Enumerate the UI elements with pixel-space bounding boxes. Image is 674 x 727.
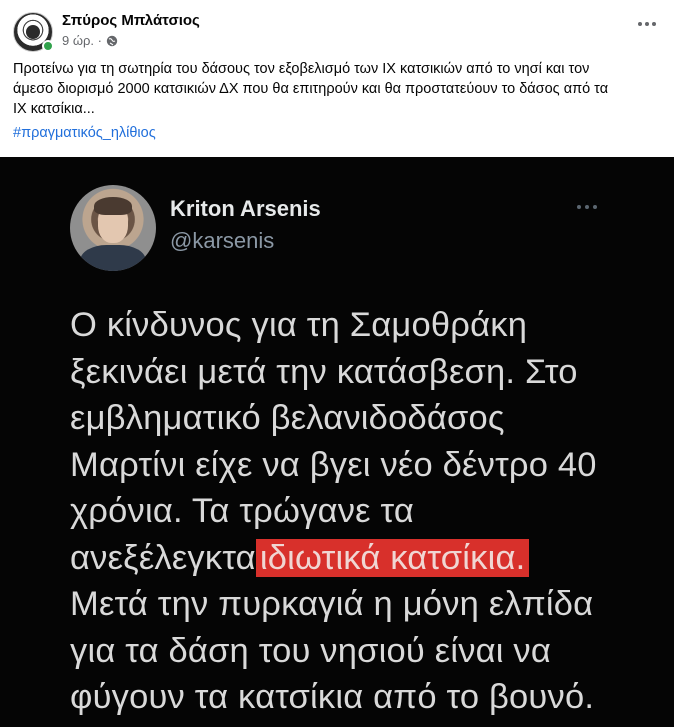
post-time[interactable]: 9 ώρ. · [62,33,102,48]
tweet-line: χρόνια. Τα τρώγανε τα [70,492,415,530]
post-text-line: Προτείνω για τη σωτηρία του δάσους τον ε… [13,61,590,77]
hashtag-link[interactable]: #πραγματικός_ηλίθιος [13,125,156,141]
post-text-line: ΙΧ κατσίκια... [13,101,95,117]
post-text-line: άμεσο διορισμό 2000 κατσικιών ΔΧ που θα … [13,81,609,97]
tweet-text: Ο κίνδυνος για τη Σαμοθράκη ξεκινάει μετ… [70,302,630,721]
post-meta: 9 ώρ. · [62,33,118,48]
post-text: Προτείνω για τη σωτηρία του δάσους τον ε… [13,59,663,119]
online-status-dot [42,40,54,52]
tweet-more-icon [577,205,597,209]
tweet-line: για τα δάση του νησιού είναι να [70,631,552,670]
tweet-line-highlighted: ανεξέλεγκτα ιδιωτικά κατσίκια. [70,535,630,582]
tweet-author-handle: @karsenis [170,228,275,253]
post-header: Σπύρος Μπλάτσιος 9 ώρ. · [0,0,674,56]
more-options-icon[interactable] [632,12,662,36]
globe-icon[interactable] [106,35,118,47]
tweet-line: φύγουν τα κατσίκια από το βουνό. [70,678,595,716]
tweet-line: εμβληματικό βελανιδοδάσος [70,399,505,437]
author-name[interactable]: Σπύρος Μπλάτσιος [62,12,200,29]
tweet-line: Μαρτίνι είχε να βγει νέο δέντρο 40 [70,445,597,484]
tweet-avatar [70,185,156,271]
tweet-line: Μετά την πυρκαγιά η μόνη ελπίδα [70,585,594,623]
highlighted-phrase: ιδιωτικά κατσίκια. [255,538,530,577]
tweet-line: ξεκινάει μετά την κατάσβεση. Στο [70,352,578,391]
tweet-line-prefix: ανεξέλεγκτα [70,538,256,577]
tweet-line: Ο κίνδυνος για τη Σαμοθράκη [70,306,528,344]
tweet-screenshot[interactable]: Kriton Arsenis @karsenis Ο κίνδυνος για … [0,157,674,727]
seal-emblem [26,25,40,39]
tweet-author-name: Kriton Arsenis [170,196,321,221]
